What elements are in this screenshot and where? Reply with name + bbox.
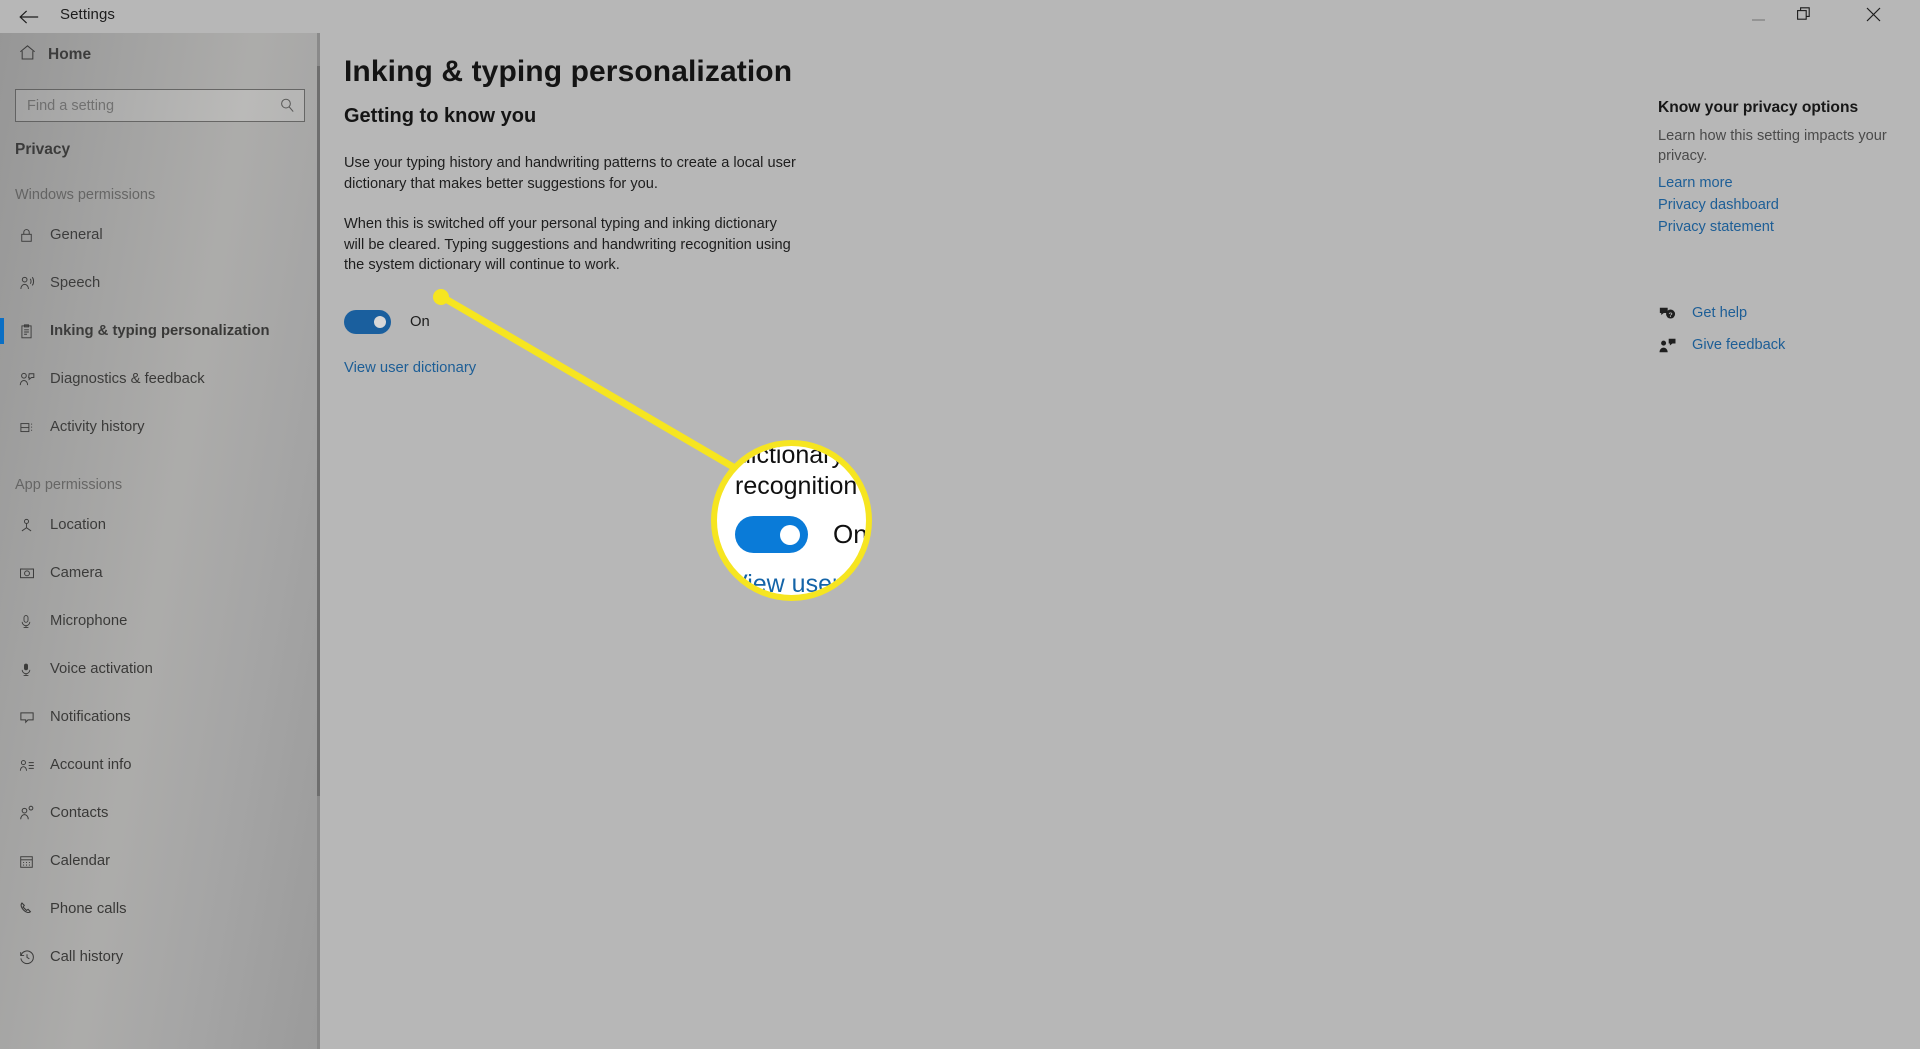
sidebar-item-inking-typing-personalization[interactable]: Inking & typing personalization <box>0 307 320 355</box>
get-help-label: Get help <box>1692 305 1748 321</box>
sidebar-item-general[interactable]: General <box>0 211 320 259</box>
view-user-dictionary-link[interactable]: View user dictionary <box>344 360 476 376</box>
sidebar-scrollbar-thumb[interactable] <box>317 66 320 796</box>
account-info-icon <box>18 757 50 774</box>
nav-group-title-windows-permissions: Windows permissions <box>15 187 156 203</box>
lock-icon <box>18 227 50 244</box>
sidebar-item-diagnostics-feedback-label: Diagnostics & feedback <box>50 371 205 387</box>
contacts-icon <box>18 804 50 822</box>
person-feedback-icon <box>18 370 50 388</box>
sidebar-item-home-label: Home <box>48 45 92 63</box>
navigation-list: Home Privacy Windows permissions <box>0 33 320 981</box>
getting-to-know-you-toggle[interactable] <box>344 310 391 334</box>
sidebar-item-contacts[interactable]: Contacts <box>0 789 320 837</box>
sidebar-item-activity-history-label: Activity history <box>50 419 145 435</box>
sidebar-item-phone-calls[interactable]: Phone calls <box>0 885 320 933</box>
home-icon <box>18 43 48 67</box>
microphone-icon <box>18 613 50 630</box>
speech-person-icon <box>18 274 50 292</box>
title-bar: Settings <box>0 0 1920 33</box>
sidebar-item-camera-label: Camera <box>50 565 103 581</box>
rail-links: Learn more Privacy dashboard Privacy sta… <box>1658 173 1908 237</box>
location-pin-icon <box>18 517 50 534</box>
sidebar-item-calendar-label: Calendar <box>50 853 111 869</box>
search-input[interactable] <box>15 89 305 122</box>
getting-to-know-you-toggle-row: On <box>344 310 430 334</box>
phone-icon <box>18 900 50 918</box>
svg-text:?: ? <box>1668 311 1672 318</box>
sidebar-item-voice-activation-label: Voice activation <box>50 661 153 677</box>
sidebar-item-call-history-label: Call history <box>50 949 124 965</box>
give-feedback-label: Give feedback <box>1692 337 1786 353</box>
sidebar-item-speech[interactable]: Speech <box>0 259 320 307</box>
navigation-pane: Home Privacy Windows permissions <box>0 0 320 1049</box>
close-button[interactable] <box>1850 0 1896 33</box>
give-feedback-icon <box>1658 337 1692 354</box>
back-button[interactable] <box>6 0 52 33</box>
sidebar-item-notifications-label: Notifications <box>50 709 131 725</box>
sidebar-item-phone-calls-label: Phone calls <box>50 901 127 917</box>
minimize-button[interactable] <box>1735 0 1781 33</box>
learn-more-link[interactable]: Learn more <box>1658 173 1908 193</box>
minimize-icon <box>1751 8 1765 26</box>
close-icon <box>1866 7 1881 27</box>
sidebar-item-location-label: Location <box>50 517 106 533</box>
sidebar-item-location[interactable]: Location <box>0 501 320 549</box>
toggle-state-label: On <box>410 314 430 330</box>
sidebar-item-diagnostics-feedback[interactable]: Diagnostics & feedback <box>0 355 320 403</box>
arrow-left-icon <box>18 9 40 25</box>
notification-icon <box>18 708 50 726</box>
search-box[interactable] <box>15 89 305 122</box>
description-paragraph-2: When this is switched off your personal … <box>344 216 791 273</box>
sidebar-item-activity-history[interactable]: Activity history <box>0 403 320 451</box>
related-settings-rail: Know your privacy options Learn how this… <box>1658 99 1908 361</box>
calendar-icon <box>18 853 50 870</box>
sidebar-item-notifications[interactable]: Notifications <box>0 693 320 741</box>
sidebar-item-contacts-label: Contacts <box>50 805 109 821</box>
call-history-icon <box>18 948 50 966</box>
activity-history-icon <box>18 419 50 436</box>
clipboard-pen-icon <box>18 323 50 340</box>
privacy-dashboard-link[interactable]: Privacy dashboard <box>1658 195 1908 215</box>
camera-icon <box>18 564 50 582</box>
sidebar-category-title: Privacy <box>15 141 71 158</box>
sidebar-item-microphone-label: Microphone <box>50 613 128 629</box>
sidebar-item-account-info[interactable]: Account info <box>0 741 320 789</box>
main-content: Inking & typing personalization Getting … <box>320 33 1920 1049</box>
give-feedback-row[interactable]: Give feedback <box>1658 329 1908 361</box>
settings-window: Home Privacy Windows permissions <box>0 0 1920 1049</box>
description-paragraph-1: Use your typing history and handwriting … <box>344 155 796 192</box>
restore-icon <box>1797 7 1811 26</box>
sidebar-item-calendar[interactable]: Calendar <box>0 837 320 885</box>
sidebar-item-microphone[interactable]: Microphone <box>0 597 320 645</box>
sidebar-item-voice-activation[interactable]: Voice activation <box>0 645 320 693</box>
sidebar-item-speech-label: Speech <box>50 275 101 291</box>
sidebar-item-inking-typing-personalization-label: Inking & typing personalization <box>50 323 270 339</box>
help-chat-icon: ? <box>1658 305 1692 322</box>
sidebar-item-call-history[interactable]: Call history <box>0 933 320 981</box>
nav-group-title-app-permissions: App permissions <box>15 477 123 493</box>
sidebar-item-account-info-label: Account info <box>50 757 132 773</box>
rail-subtext: Learn how this setting impacts your priv… <box>1658 128 1887 164</box>
rail-heading: Know your privacy options <box>1658 99 1859 116</box>
voice-activation-icon <box>18 661 50 678</box>
privacy-statement-link[interactable]: Privacy statement <box>1658 217 1908 237</box>
sidebar-item-home[interactable]: Home <box>0 33 320 76</box>
sidebar-item-general-label: General <box>50 227 103 243</box>
get-help-row[interactable]: ? Get help <box>1658 297 1908 329</box>
section-title: Getting to know you <box>344 105 537 127</box>
restore-button[interactable] <box>1781 0 1827 33</box>
toggle-knob <box>374 316 386 328</box>
window-title: Settings <box>60 6 115 23</box>
page-title: Inking & typing personalization <box>344 55 793 88</box>
sidebar-item-camera[interactable]: Camera <box>0 549 320 597</box>
sidebar-scrollbar[interactable] <box>317 33 320 1049</box>
help-section: ? Get help Give feedback <box>1658 297 1908 361</box>
